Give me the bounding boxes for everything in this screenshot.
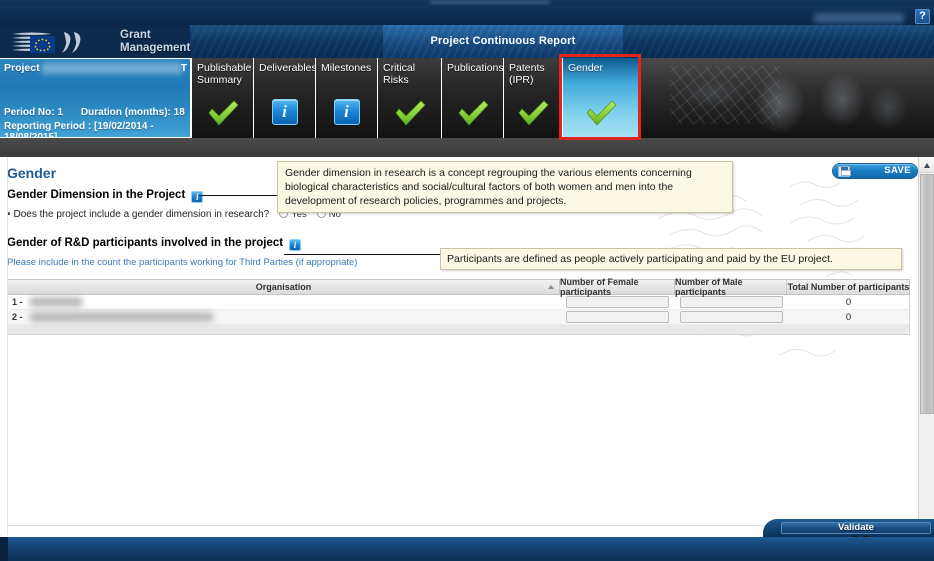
male-participants-input[interactable]: [679, 311, 783, 323]
gender-dimension-heading-text: Gender Dimension in the Project: [7, 189, 186, 201]
report-tab-strip: Publishable Summary Deliverables i Mileston…: [191, 58, 934, 138]
project-info-panel: Project T Period No: 1 Duration (months):…: [0, 58, 191, 138]
scroll-up-arrow-icon[interactable]: [919, 157, 934, 173]
main-content-area: Gender SAVE Gender Dimension in the Proj…: [0, 157, 934, 535]
info-icon: i: [330, 98, 364, 128]
tab-critical-risks[interactable]: Critical Risks: [378, 58, 442, 138]
column-header-total[interactable]: Total Number of participants: [787, 280, 910, 294]
application-window: ? Project Continuous Report Grant Manage…: [0, 0, 934, 561]
sort-ascending-icon: [548, 285, 554, 289]
column-header-male[interactable]: Number of Male participants: [675, 277, 787, 297]
participants-heading: Gender of R&D participants involved in t…: [7, 237, 302, 251]
decorative-header-artwork: [640, 58, 934, 138]
participants-leader-line: [284, 254, 442, 255]
bottom-bar-left-edge: [0, 537, 8, 561]
gender-dimension-question-text: Does the project include a gender dimens…: [13, 209, 270, 220]
gender-dimension-heading: Gender Dimension in the Project i: [7, 189, 204, 203]
cell-organisation: 1 -: [8, 295, 560, 310]
organisation-name-redacted: [30, 311, 213, 322]
tab-label: Patents (IPR): [509, 62, 545, 86]
column-header-female[interactable]: Number of Female participants: [560, 277, 675, 297]
tab-label: Publications: [447, 62, 504, 74]
female-participants-input[interactable]: [566, 296, 669, 308]
save-disk-icon: [838, 166, 851, 177]
cell-organisation: 2 -: [8, 310, 560, 325]
tab-gender[interactable]: Gender: [562, 58, 640, 138]
gender-dimension-tooltip: Gender dimension in research is a concep…: [277, 161, 733, 213]
cell-female-count: [560, 310, 675, 325]
column-header-organisation-label: Organisation: [255, 282, 312, 292]
app-name-line-1: Grant: [120, 29, 151, 41]
tab-milestones[interactable]: Milestones i: [316, 58, 378, 138]
content-left-margin: [0, 157, 8, 535]
toolbar-strip: [0, 138, 934, 157]
cell-total-count: 0: [845, 311, 852, 323]
tab-label: Gender: [568, 62, 604, 74]
participants-tooltip: Participants are defined as people activ…: [440, 248, 902, 270]
duration-months: Duration (months): 18: [80, 107, 185, 118]
participants-note: Please include in the count the particip…: [7, 257, 358, 268]
eu-commission-logo: [12, 32, 81, 53]
female-participants-input[interactable]: [566, 311, 669, 323]
tab-deliverables[interactable]: Deliverables i: [254, 58, 316, 138]
app-name: Grant Management: [120, 29, 190, 55]
user-name-redacted: [814, 13, 904, 23]
check-icon: [584, 98, 618, 128]
info-glyph: i: [271, 99, 298, 125]
vertical-scrollbar[interactable]: [918, 157, 934, 535]
tab-label: Publishable Summary: [197, 62, 252, 86]
row-index: 1 -: [12, 297, 23, 307]
application-banner: Project Continuous Report Grant Manageme…: [0, 25, 934, 58]
table-header-row: Organisation Number of Female participan…: [7, 277, 910, 297]
table-footer-strip: [7, 325, 910, 335]
save-button[interactable]: SAVE: [832, 163, 918, 179]
tab-publishable-summary[interactable]: Publishable Summary: [191, 58, 254, 138]
tab-publications[interactable]: Publications: [442, 58, 504, 138]
project-name-redacted: [42, 63, 182, 74]
scrollbar-thumb[interactable]: [920, 174, 934, 414]
project-code-letter: T: [180, 63, 187, 74]
organisation-name-redacted: [30, 296, 82, 307]
cell-total-count: 0: [845, 296, 852, 308]
table-row[interactable]: 2 - 0: [7, 310, 910, 325]
column-header-organisation[interactable]: Organisation: [8, 280, 560, 294]
save-button-label: SAVE: [884, 165, 911, 176]
table-row[interactable]: 1 - 0: [7, 295, 910, 310]
tab-label: Deliverables: [259, 62, 316, 74]
check-icon: [393, 98, 427, 128]
participants-heading-text: Gender of R&D participants involved in t…: [7, 237, 284, 249]
check-icon: [456, 98, 490, 128]
check-icon: [206, 98, 240, 128]
report-title: Project Continuous Report: [430, 35, 576, 47]
project-label: Project: [4, 62, 40, 74]
page-title: Gender: [7, 165, 57, 181]
tab-label: Critical Risks: [383, 62, 416, 86]
app-name-line-2: Management: [120, 42, 191, 54]
cell-male-count: [675, 310, 787, 325]
info-glyph: i: [333, 99, 360, 125]
bottom-status-bar: [0, 537, 934, 561]
gender-dimension-info-icon[interactable]: i: [191, 191, 204, 203]
tab-patents-ipr[interactable]: Patents (IPR): [504, 58, 562, 138]
info-icon: i: [268, 98, 302, 128]
participants-table: Organisation Number of Female participan…: [7, 277, 910, 335]
participants-info-icon[interactable]: i: [289, 239, 302, 251]
top-navigation-bar: ?: [0, 5, 934, 25]
row-index: 2 -: [12, 312, 23, 322]
reporting-period: Reporting Period : [19/02/2014 - 18/08/2…: [4, 121, 154, 138]
gender-dimension-leader-line: [199, 195, 279, 196]
check-icon: [516, 98, 550, 128]
help-button[interactable]: ?: [915, 9, 930, 24]
tab-label: Milestones: [321, 62, 372, 74]
period-duration-line: Period No: 1 Duration (months): 18: [4, 107, 185, 118]
male-participants-input[interactable]: [679, 296, 783, 308]
period-no: Period No: 1: [4, 107, 63, 118]
